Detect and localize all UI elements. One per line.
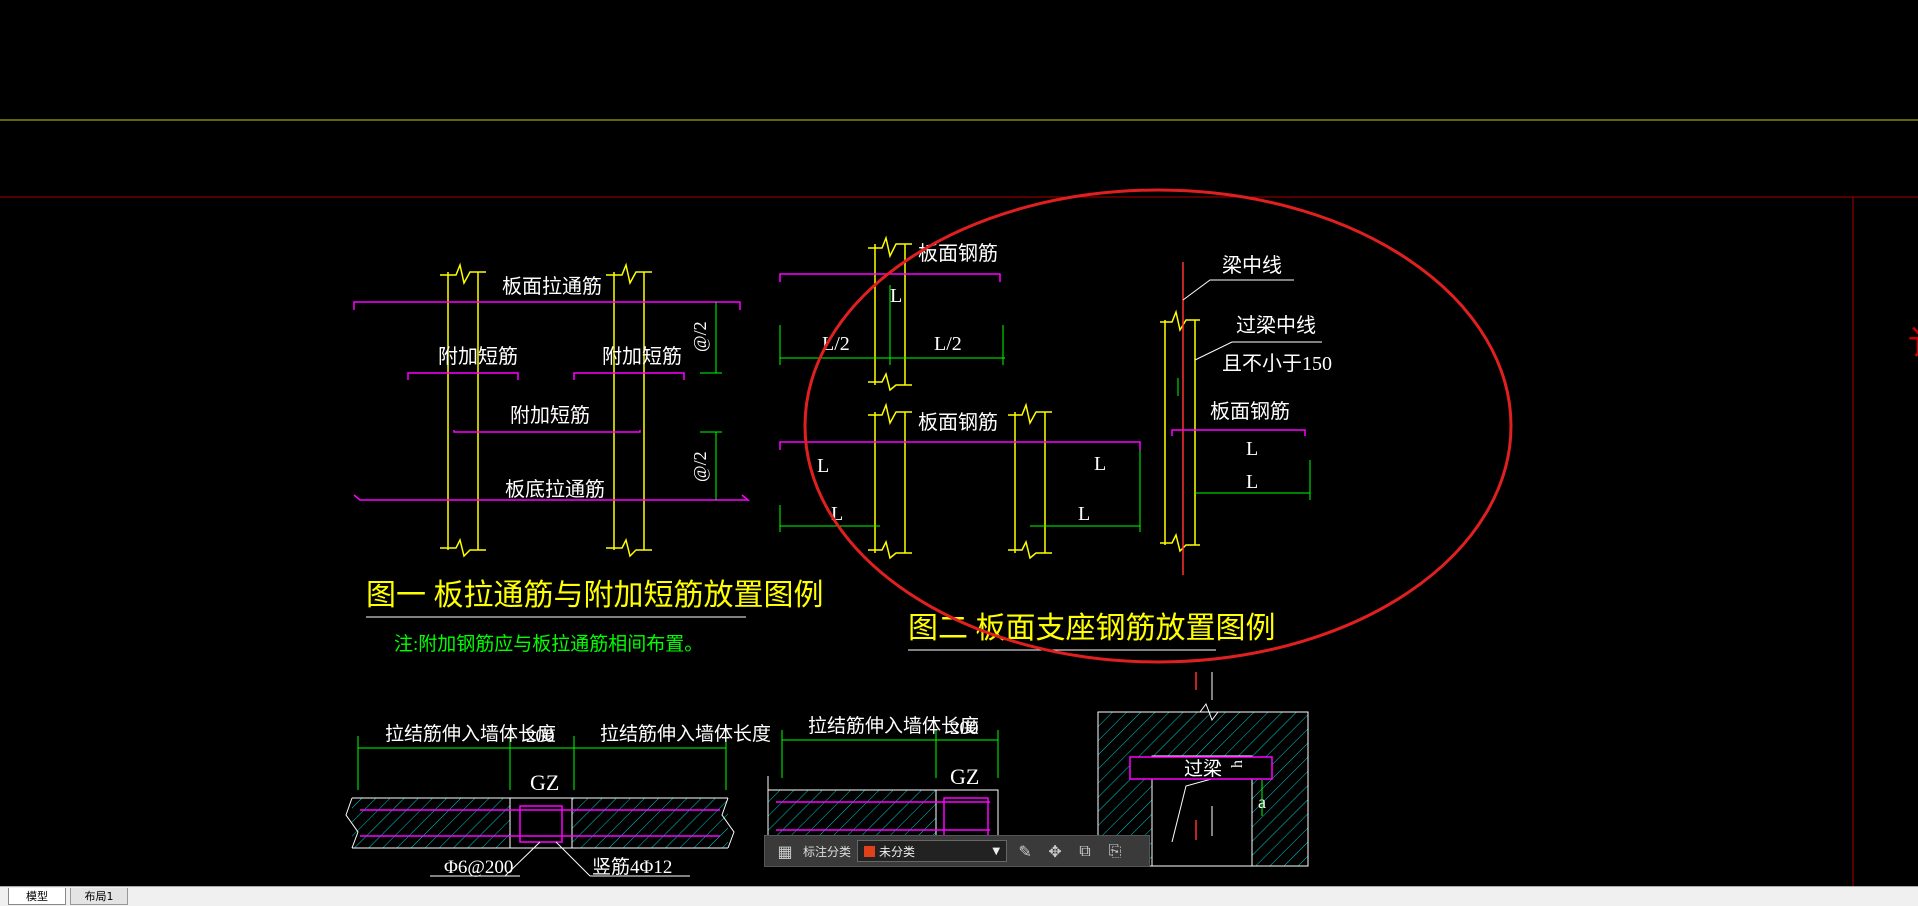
bottom-left-dim2: 拉结筋伸入墙体长度 bbox=[600, 723, 771, 745]
bottom-right-a: a bbox=[1258, 792, 1266, 812]
bottom-mid-dim-mid: 200 bbox=[950, 718, 979, 739]
bottom-left-dim-mid: 200 bbox=[526, 726, 555, 747]
tab-layout1[interactable]: 布局1 bbox=[70, 888, 128, 905]
layout-tabs-bar: 模型 布局1 bbox=[0, 886, 1918, 906]
highlight-circle bbox=[803, 188, 1513, 664]
bottom-left-rebar2: 竖筋4Φ12 bbox=[592, 856, 672, 878]
fig1-top-bar-label: 板面拉通筋 bbox=[502, 275, 602, 298]
fig2-title: 图二 板面支座钢筋放置图例 bbox=[908, 612, 1276, 645]
bottom-left-gz: GZ bbox=[530, 770, 559, 795]
annotation-toolbar: ▦ 标注分类 未分类 ▼ ✎ ✥ ⧉ ⎘ bbox=[764, 835, 1150, 867]
fig2-right-label: 板面钢筋 bbox=[1210, 400, 1290, 423]
chevron-down-icon: ▼ bbox=[992, 845, 1001, 857]
fig1-dim-lower: @/2 bbox=[690, 451, 710, 482]
edit-icon[interactable]: ✎ bbox=[1013, 839, 1037, 863]
bottom-lintel-label: 过梁 bbox=[1184, 758, 1222, 780]
paste-icon[interactable]: ⎘ bbox=[1103, 839, 1127, 863]
fig2-top-L: L bbox=[890, 285, 902, 307]
fig1-title: 图一 板拉通筋与附加短筋放置图例 bbox=[366, 579, 824, 612]
bottom-left-rebar1: Φ6@200 bbox=[444, 857, 513, 878]
fig2-mid-label: 板面钢筋 bbox=[918, 411, 998, 434]
figure-2: 板面钢筋 L L/2 L/2 板面钢筋 L L L L 梁中线 过梁中线 且不小… bbox=[779, 235, 1332, 651]
copy-icon[interactable]: ⧉ bbox=[1073, 839, 1097, 863]
fig1-left-short-label: 附加短筋 bbox=[438, 345, 518, 368]
fig2-right-half: L/2 bbox=[934, 333, 962, 355]
bottom-detail-mid: 拉结筋伸入墙体长度 200 GZ bbox=[767, 715, 999, 847]
layout-icon[interactable]: ▦ bbox=[773, 839, 797, 863]
fig2-not-less: 且不小于150 bbox=[1222, 352, 1332, 375]
fig2-mid-L-right: L bbox=[1094, 453, 1106, 475]
fig2-right-L2: L bbox=[1246, 471, 1258, 493]
figure-1: 板面拉通筋 附加短筋 附加短筋 附加短筋 板底拉通筋 @/2 @/2 图一 板拉… bbox=[353, 262, 824, 655]
category-label: 标注分类 bbox=[803, 844, 852, 859]
category-value: 未分类 bbox=[879, 844, 916, 859]
cad-canvas[interactable]: 讠 板面拉通筋 附加短筋 附加短筋 bbox=[0, 0, 1918, 886]
category-select[interactable]: 未分类 ▼ bbox=[857, 840, 1008, 862]
bottom-lintel-h: h bbox=[1229, 760, 1246, 768]
fig2-mid-L-left: L bbox=[817, 455, 829, 477]
edge-text-fragment: 讠 bbox=[1908, 326, 1918, 363]
bottom-detail-left: 拉结筋伸入墙体长度 200 拉结筋伸入墙体长度 GZ Φ6@200 竖筋4Φ12 bbox=[345, 723, 771, 878]
fig1-note: 注:附加钢筋应与板拉通筋相间布置。 bbox=[394, 633, 703, 655]
fig1-bottom-bar-label: 板底拉通筋 bbox=[505, 478, 605, 501]
fig2-beam-center: 梁中线 bbox=[1222, 254, 1282, 277]
move-icon[interactable]: ✥ bbox=[1043, 839, 1067, 863]
fig2-right-L1: L bbox=[1246, 438, 1258, 460]
bottom-mid-gz: GZ bbox=[950, 764, 979, 789]
fig2-mid-L-right-bottom: L bbox=[1078, 503, 1090, 525]
fig1-right-short-label: 附加短筋 bbox=[602, 345, 682, 368]
fig1-dim-upper: @/2 bbox=[690, 321, 710, 352]
fig2-over-beam-center: 过梁中线 bbox=[1236, 314, 1316, 337]
fig1-mid-short-label: 附加短筋 bbox=[510, 404, 590, 427]
tab-model[interactable]: 模型 bbox=[8, 888, 66, 905]
category-color-swatch bbox=[864, 845, 876, 857]
